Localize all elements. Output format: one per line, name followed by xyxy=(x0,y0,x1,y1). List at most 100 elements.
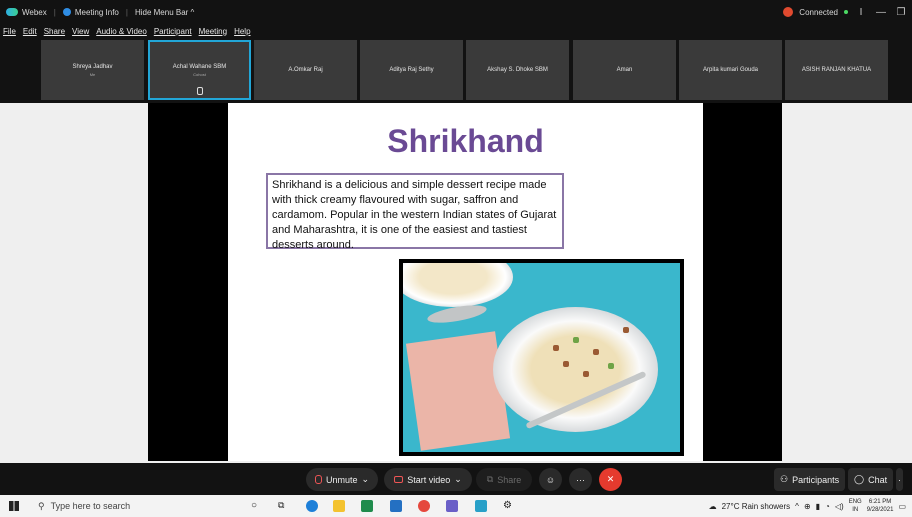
windows-start-icon[interactable] xyxy=(9,501,19,511)
windows-taskbar: ⚲ Type here to search ○ ⧉ ⚙ ☁ 27°C Rain … xyxy=(0,495,912,517)
start-video-label: Start video xyxy=(407,474,451,485)
menu-audio-video[interactable]: Audio & Video xyxy=(96,27,147,36)
slide-title: Shrikhand xyxy=(387,123,544,159)
mail-icon[interactable] xyxy=(390,500,402,512)
more-panels-button[interactable]: · xyxy=(896,468,903,491)
photo-content xyxy=(403,263,680,452)
webex-taskbar-icon[interactable] xyxy=(475,500,487,512)
settings-gear-icon[interactable]: ⚙ xyxy=(503,500,515,512)
restore-button[interactable]: ❐ xyxy=(894,7,908,18)
network-icon[interactable]: ⊕ xyxy=(804,502,811,511)
weather-text[interactable]: 27°C Rain showers xyxy=(722,502,791,511)
participant-tile[interactable]: A.Omkar Raj xyxy=(254,40,357,100)
photo-nut xyxy=(573,337,579,343)
participant-name: Shreya Jadhav xyxy=(72,63,113,70)
hide-menu-bar-button[interactable]: Hide Menu Bar ^ xyxy=(135,8,194,17)
participant-tile[interactable]: ASISH RANJAN KHATUA xyxy=(785,40,888,100)
participant-tile[interactable]: Akshay S. Dhoke SBM xyxy=(466,40,569,100)
battery-icon[interactable]: ▮ xyxy=(816,502,820,511)
participant-strip: Shreya Jadhav Me Achal Wahane SBM Cohost… xyxy=(0,40,912,100)
notifications-icon[interactable]: ▭ xyxy=(898,502,906,511)
reactions-button[interactable]: ☺ xyxy=(539,468,562,491)
language-label: ENG xyxy=(848,499,862,505)
camera-off-icon xyxy=(394,476,404,483)
photo-nut xyxy=(583,371,589,377)
network-indicator-icon xyxy=(844,10,848,14)
participant-tile[interactable]: Aditya Raj Sethy xyxy=(360,40,463,100)
language-indicator[interactable]: ENG IN xyxy=(849,498,862,514)
clock-time: 6:21 PM xyxy=(868,499,892,505)
smiley-icon: ☺ xyxy=(545,474,556,485)
share-button[interactable]: ⧉ Share xyxy=(476,468,532,491)
leave-meeting-button[interactable]: ✕ xyxy=(599,468,622,491)
title-bar: Webex | Meeting Info | Hide Menu Bar ^ C… xyxy=(0,0,912,24)
taskbar-clock[interactable]: 6:21 PM 9/28/2021 xyxy=(867,498,894,514)
connection-status[interactable]: Connected xyxy=(799,8,838,17)
participant-tile[interactable]: Shreya Jadhav Me xyxy=(41,40,144,100)
participant-role: Cohost xyxy=(193,71,206,77)
pin-icon[interactable]: I xyxy=(854,7,868,18)
taskbar-search[interactable]: ⚲ Type here to search xyxy=(38,498,238,514)
participant-name: Aditya Raj Sethy xyxy=(389,67,434,73)
presentation-slide: Shrikhand Shrikhand is a delicious and s… xyxy=(228,103,703,461)
webex-window: Webex | Meeting Info | Hide Menu Bar ^ C… xyxy=(0,0,912,517)
menu-share[interactable]: Share xyxy=(44,27,65,36)
task-view-icon[interactable]: ⧉ xyxy=(278,500,290,512)
excel-icon[interactable] xyxy=(361,500,373,512)
menu-edit[interactable]: Edit xyxy=(23,27,37,36)
participant-tile-active-speaker[interactable]: Achal Wahane SBM Cohost xyxy=(148,40,251,100)
participants-panel-button[interactable]: ⚇ Participants xyxy=(774,468,846,491)
system-tray: ☁ 27°C Rain showers ^ ⊕ ▮ ◔ ◁) ENG IN 6:… xyxy=(709,495,912,517)
menu-participant[interactable]: Participant xyxy=(154,27,192,36)
webex-logo-icon xyxy=(6,8,18,16)
participant-role: Me xyxy=(89,71,96,77)
cortana-icon[interactable]: ○ xyxy=(251,500,263,512)
chevron-up-icon[interactable]: ^ xyxy=(795,502,799,511)
file-explorer-icon[interactable] xyxy=(333,500,345,512)
menu-file[interactable]: File xyxy=(3,27,16,36)
unmute-label: Unmute xyxy=(325,474,358,485)
participant-name: ASISH RANJAN KHATUA xyxy=(801,67,872,73)
chevron-down-icon[interactable]: ⌄ xyxy=(454,474,462,485)
participant-tile[interactable]: Arpita kumari Gouda xyxy=(679,40,782,100)
start-video-button[interactable]: Start video ⌄ xyxy=(384,468,472,491)
photo-nut xyxy=(563,361,569,367)
edge-browser-icon[interactable] xyxy=(306,500,318,512)
more-options-button[interactable]: ··· xyxy=(569,468,592,491)
participant-name: A.Omkar Raj xyxy=(288,67,323,73)
participant-name: Aman xyxy=(616,67,633,73)
ellipsis-icon: ··· xyxy=(576,474,585,485)
content-stage: Shrikhand Shrikhand is a delicious and s… xyxy=(0,103,912,463)
shrikhand-photo xyxy=(399,259,684,456)
app-name: Webex xyxy=(22,7,47,17)
close-icon: ✕ xyxy=(606,474,615,484)
meeting-info-icon[interactable] xyxy=(62,8,71,16)
photo-bowl-back xyxy=(403,263,513,307)
menu-meeting[interactable]: Meeting xyxy=(199,27,227,36)
meeting-info-link[interactable]: Meeting Info xyxy=(75,8,119,17)
chat-label: Chat xyxy=(868,474,888,485)
connection-status-icon xyxy=(783,7,794,17)
chrome-icon[interactable] xyxy=(418,500,430,512)
participant-tile[interactable]: Aman xyxy=(573,40,676,100)
teams-icon[interactable] xyxy=(446,500,458,512)
photo-nut xyxy=(608,363,614,369)
participants-label: Participants xyxy=(792,474,840,485)
search-placeholder: Type here to search xyxy=(50,501,131,511)
participant-name: Achal Wahane SBM xyxy=(172,63,227,70)
chat-panel-button[interactable]: ◯ Chat xyxy=(848,468,894,491)
chevron-down-icon[interactable]: ⌄ xyxy=(361,474,369,485)
ellipsis-icon: · xyxy=(898,474,901,485)
title-separator: | xyxy=(125,7,128,17)
minimize-button[interactable]: — xyxy=(874,7,888,18)
meeting-controls: Unmute ⌄ Start video ⌄ ⧉ Share ☺ ··· ✕ ⚇… xyxy=(0,463,912,495)
participant-name: Arpita kumari Gouda xyxy=(702,67,759,73)
volume-icon[interactable]: ◁) xyxy=(835,502,844,511)
menu-help[interactable]: Help xyxy=(234,27,250,36)
microphone-icon xyxy=(196,87,203,95)
unmute-button[interactable]: Unmute ⌄ xyxy=(306,468,378,491)
menu-view[interactable]: View xyxy=(72,27,89,36)
wifi-icon[interactable]: ◔ xyxy=(825,502,830,511)
participants-icon: ⚇ xyxy=(780,474,789,484)
photo-bowl-front xyxy=(493,307,658,432)
